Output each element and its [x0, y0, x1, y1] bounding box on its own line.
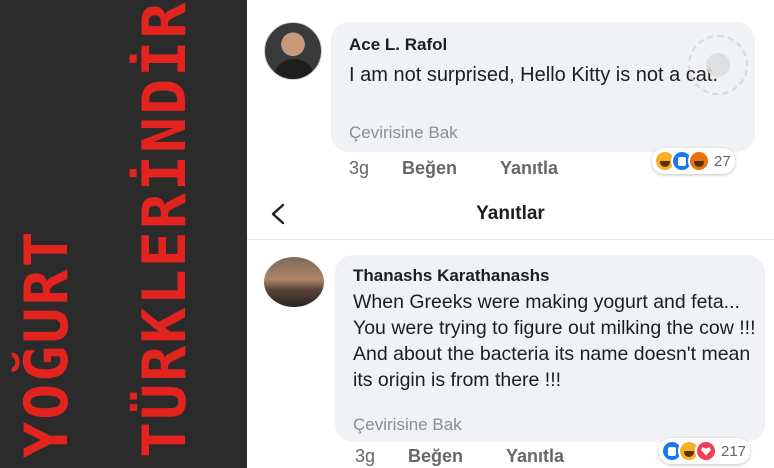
left-banner: YOĞURT TÜRKLERİNDİR: [0, 0, 247, 468]
banner-text-line2: TÜRKLERİNDİR: [130, 0, 200, 458]
reply-button[interactable]: Yanıtla: [506, 446, 564, 467]
comment-text: I am not surprised, Hello Kitty is not a…: [349, 64, 719, 86]
love-reaction-icon: [695, 440, 717, 462]
like-button[interactable]: Beğen: [408, 446, 506, 467]
see-translation-link[interactable]: Çevirisine Bak: [349, 123, 458, 143]
reply-button[interactable]: Yanıtla: [500, 158, 558, 179]
reaction-count: 27: [714, 152, 731, 170]
facebook-comments-panel: Ace L. Rafol I am not surprised, Hello K…: [247, 0, 774, 468]
comment-actions: 3g Beğen Yanıtla: [349, 158, 558, 179]
reactions-summary[interactable]: 217: [659, 438, 751, 464]
comment-time: 3g: [349, 158, 370, 178]
replies-title: Yanıtlar: [476, 203, 545, 224]
reply-author[interactable]: Thanashs Karathanashs: [353, 266, 550, 286]
reaction-count: 217: [721, 442, 747, 460]
reply-bubble: Thanashs Karathanashs When Greeks were m…: [335, 255, 765, 442]
avatar[interactable]: [264, 22, 322, 80]
banner-text-line1: YOĞURT: [12, 229, 82, 458]
replies-header: Yanıtlar: [247, 190, 774, 240]
reply-time: 3g: [355, 446, 376, 466]
comment-bubble: Ace L. Rafol I am not surprised, Hello K…: [331, 22, 755, 152]
see-translation-link[interactable]: Çevirisine Bak: [353, 415, 462, 435]
comment-author[interactable]: Ace L. Rafol: [349, 35, 447, 55]
like-button[interactable]: Beğen: [402, 158, 500, 179]
reply-actions: 3g Beğen Yanıtla: [355, 446, 564, 467]
watermark-logo: [688, 35, 748, 95]
reactions-summary[interactable]: 27: [652, 148, 735, 174]
reply-text: When Greeks were making yogurt and feta.…: [353, 291, 756, 391]
avatar[interactable]: [264, 257, 324, 307]
angry-reaction-icon: [688, 150, 710, 172]
